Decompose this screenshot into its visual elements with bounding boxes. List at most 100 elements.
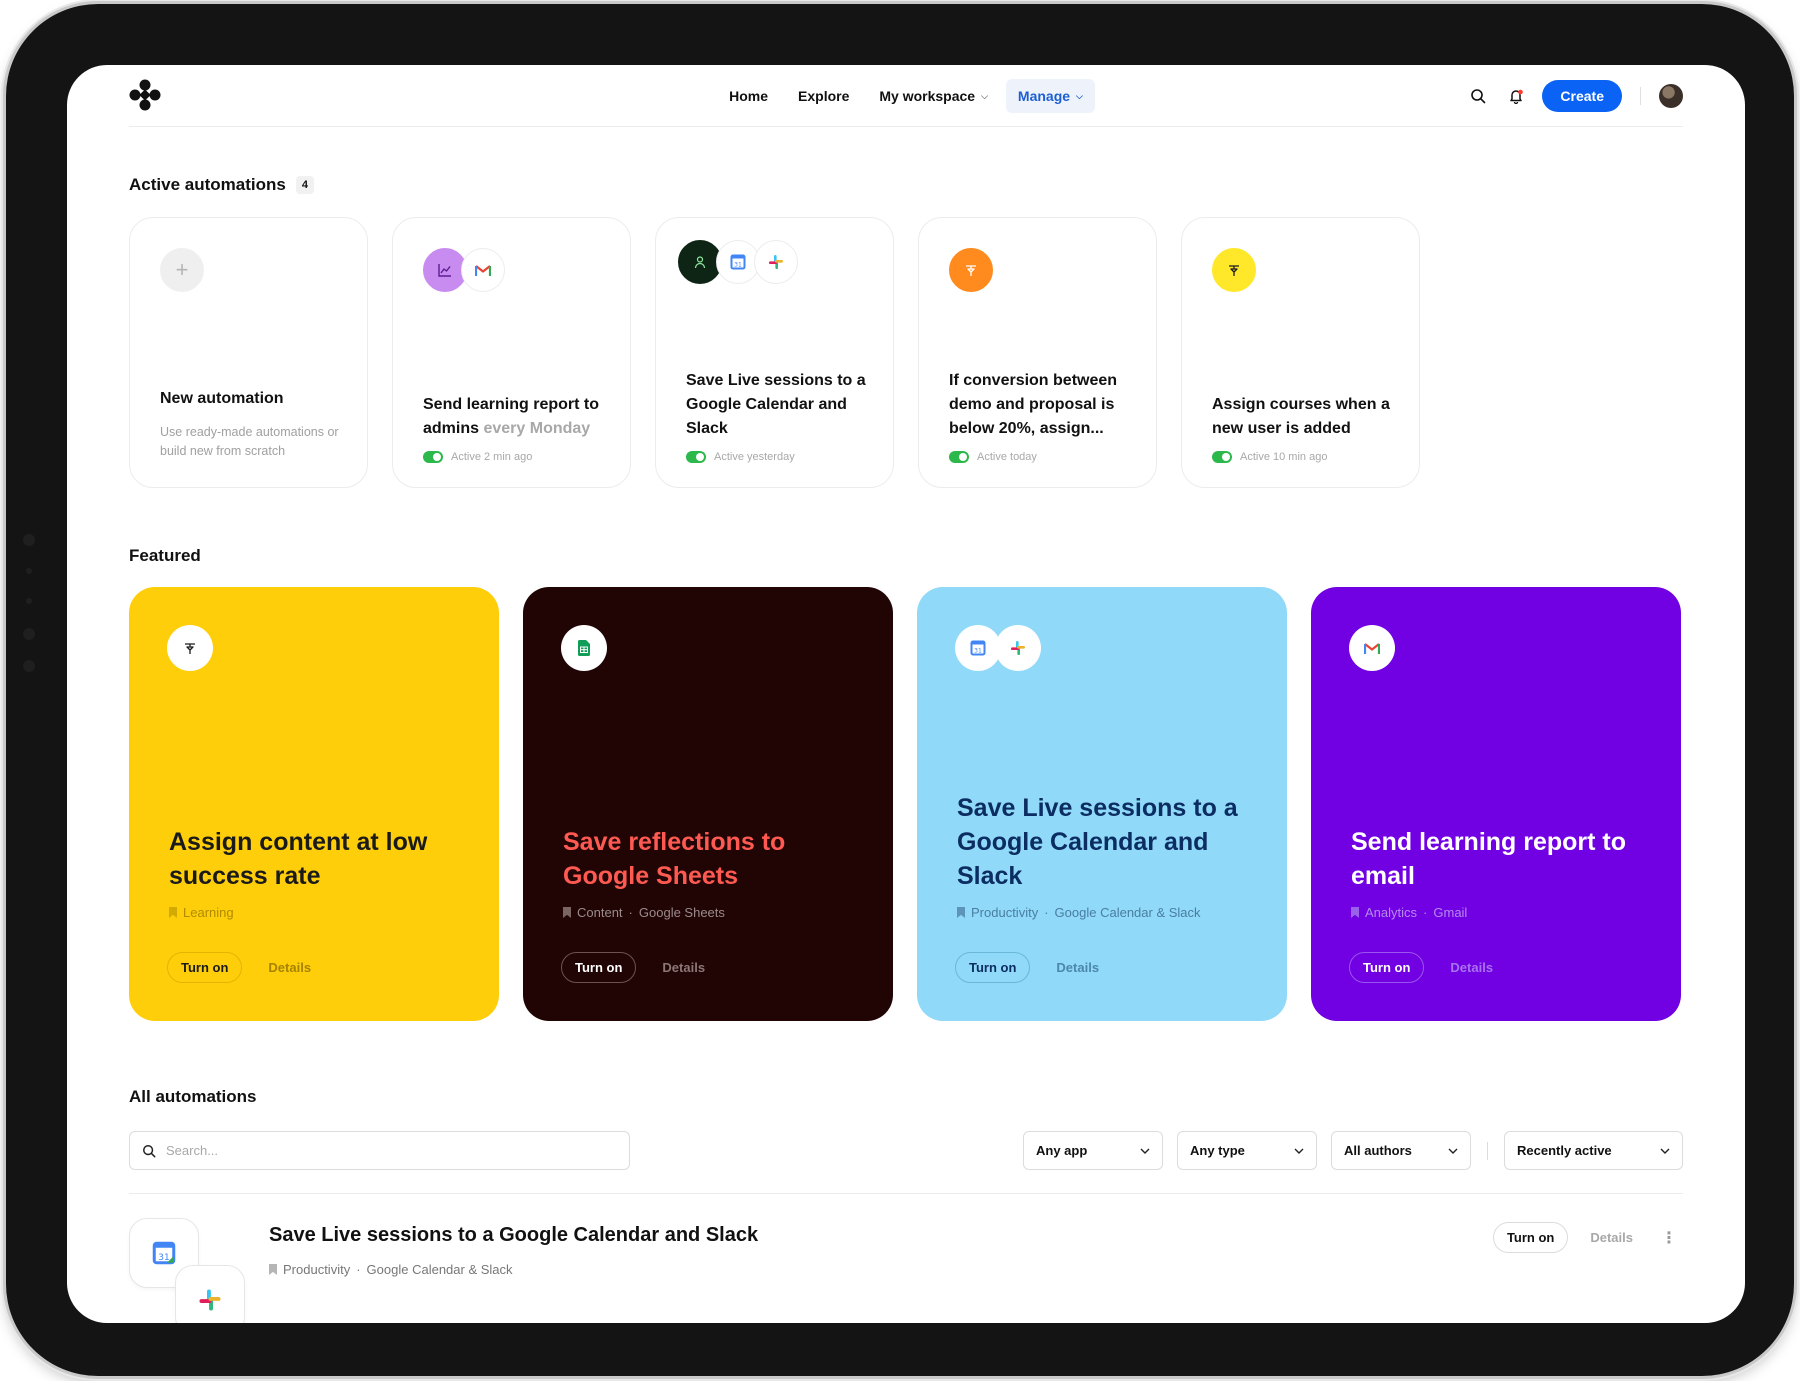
search-field[interactable] [129,1131,630,1170]
sort-recently-active[interactable]: Recently active [1504,1131,1683,1170]
turn-on-button[interactable]: Turn on [1492,1222,1569,1253]
top-nav: Home Explore My workspace ⌵ Manage ⌵ Creat… [129,65,1683,127]
side-dot [26,598,32,604]
google-sheets-icon [561,625,607,671]
chevron-down-icon [1448,1148,1458,1154]
chevron-down-icon [1140,1148,1150,1154]
nav-my-workspace[interactable]: My workspace ⌵ [867,79,1000,113]
gmail-icon [1349,625,1395,671]
more-options-icon[interactable]: ⋮ [1655,1228,1683,1248]
chevron-down-icon: ⌵ [1076,90,1083,101]
slack-icon [995,625,1041,671]
chevron-down-icon [1660,1148,1670,1154]
all-automations-heading: All automations [129,1087,257,1106]
card-title: New automation [160,390,284,407]
svg-text:31: 31 [734,262,742,269]
details-link[interactable]: Details [662,960,705,975]
filter-any-app[interactable]: Any app [1023,1131,1163,1170]
card-title: Assign courses when a new user is added [1212,396,1390,437]
active-automations-heading: Active automations 4 [129,175,314,195]
active-automation-card[interactable]: Assign courses when a new user is added … [1181,217,1420,488]
search-icon[interactable] [1466,84,1490,108]
bookmark-icon [563,907,571,918]
active-toggle[interactable] [949,451,969,463]
active-automation-card[interactable]: 31 Save Live sessions to a Google Calend… [655,217,894,488]
chevron-down-icon: ⌵ [981,90,988,101]
featured-meta: Analytics · Gmail [1351,905,1467,920]
featured-meta: Content · Google Sheets [563,905,725,920]
details-link[interactable]: Details [1450,960,1493,975]
main-nav: Home Explore My workspace ⌵ Manage ⌵ [129,79,1683,113]
user-avatar[interactable] [1659,84,1683,108]
turn-on-button[interactable]: Turn on [955,952,1031,983]
card-status: Active today [949,451,1037,463]
bookmark-icon [269,1264,277,1275]
app-screen: Home Explore My workspace ⌵ Manage ⌵ Creat… [67,65,1745,1323]
card-status: Active yesterday [686,451,795,463]
side-dot [26,568,32,574]
card-title: Send learning report to admins every Mon… [423,396,600,437]
nav-manage[interactable]: Manage ⌵ [1005,79,1095,113]
turn-on-button[interactable]: Turn on [1349,952,1425,983]
svg-text:31: 31 [158,1253,169,1263]
nav-explore[interactable]: Explore [786,79,861,113]
search-input[interactable] [166,1143,566,1158]
slack-icon [754,240,798,284]
route-icon [949,248,993,292]
plus-icon: + [160,248,204,292]
filter-any-type[interactable]: Any type [1177,1131,1317,1170]
gmail-icon [461,248,505,292]
featured-title: Send learning report to email [1351,828,1627,890]
create-button[interactable]: Create [1542,80,1622,112]
active-automations-list: + New automation Use ready-made automati… [129,217,1420,488]
active-count-badge: 4 [295,176,314,194]
filters-bar: Any app Any type All authors Recently ac… [1023,1131,1683,1170]
list-item-meta: Productivity · Google Calendar & Slack [269,1262,513,1277]
featured-card[interactable]: 31 Save Live sessions to a Google Calend… [917,587,1287,1021]
card-subtitle: Use ready-made automations or build new … [160,425,339,458]
side-dot [23,628,35,640]
bookmark-icon [957,907,965,918]
nav-divider [1640,87,1641,105]
details-link[interactable]: Details [1590,1230,1633,1245]
tablet-frame: Home Explore My workspace ⌵ Manage ⌵ Creat… [6,4,1794,1376]
bell-icon[interactable] [1504,84,1528,108]
list-item-title: Save Live sessions to a Google Calendar … [269,1224,759,1246]
search-icon [143,1144,156,1157]
featured-title: Save reflections to Google Sheets [563,828,786,890]
svg-text:31: 31 [974,648,982,655]
details-link[interactable]: Details [268,960,311,975]
new-automation-card[interactable]: + New automation Use ready-made automati… [129,217,368,488]
chevron-down-icon [1294,1148,1304,1154]
side-dot [23,534,35,546]
card-status: Active 2 min ago [423,451,532,463]
active-toggle[interactable] [686,451,706,463]
featured-list: Assign content at low success rate Learn… [129,587,1681,1021]
turn-on-button[interactable]: Turn on [561,952,637,983]
featured-card[interactable]: Assign content at low success rate Learn… [129,587,499,1021]
slack-icon [175,1265,245,1323]
card-title: Save Live sessions to a Google Calendar … [686,372,866,437]
card-status: Active 10 min ago [1212,451,1327,463]
details-link[interactable]: Details [1056,960,1099,975]
featured-title: Save Live sessions to a Google Calendar … [957,794,1238,890]
active-automation-card[interactable]: If conversion between demo and proposal … [918,217,1157,488]
featured-meta: Productivity · Google Calendar & Slack [957,905,1201,920]
filter-all-authors[interactable]: All authors [1331,1131,1471,1170]
featured-title: Assign content at low success rate [169,828,428,890]
featured-heading: Featured [129,546,201,565]
active-automation-card[interactable]: Send learning report to admins every Mon… [392,217,631,488]
list-item[interactable]: 31 Save Live sessions to a Google Calend… [129,1218,1683,1323]
nav-home[interactable]: Home [717,79,780,113]
featured-card[interactable]: Send learning report to email Analytics ·… [1311,587,1681,1021]
filter-divider [1487,1141,1488,1160]
turn-on-button[interactable]: Turn on [167,952,243,983]
active-toggle[interactable] [1212,451,1232,463]
side-dot [23,660,35,672]
list-divider [129,1193,1683,1194]
route-icon [1212,248,1256,292]
featured-card[interactable]: Save reflections to Google Sheets Conten… [523,587,893,1021]
bookmark-icon [169,907,177,918]
featured-meta: Learning [169,905,234,920]
active-toggle[interactable] [423,451,443,463]
